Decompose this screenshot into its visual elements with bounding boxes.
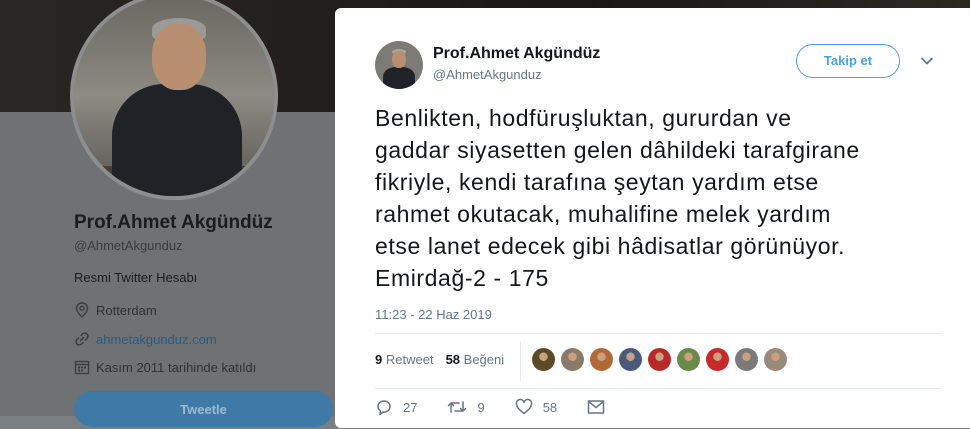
like-stat[interactable]: 58 Beğeni <box>446 352 505 367</box>
liker-avatar[interactable] <box>532 348 555 371</box>
like-action-count: 58 <box>542 399 558 415</box>
profile-website-row: ahmetakgunduz.com <box>74 331 217 347</box>
author-name[interactable]: Prof.Ahmet Akgündüz <box>433 45 600 63</box>
retweet-stat-count: 9 <box>375 352 383 367</box>
link-icon <box>74 331 90 347</box>
liker-avatar[interactable] <box>619 348 642 371</box>
likers-avatars <box>532 348 787 371</box>
profile-bio: Resmi Twitter Hesabı <box>74 270 198 285</box>
profile-joined-row: Kasım 2011 tarihinde katıldı <box>74 359 256 375</box>
liker-avatar[interactable] <box>764 348 787 371</box>
calendar-icon <box>74 359 90 375</box>
liker-avatar[interactable] <box>677 348 700 371</box>
author-avatar[interactable] <box>375 41 423 89</box>
tweet-text: Benlikten, hodfüruşluktan, gururdan ve g… <box>375 105 860 291</box>
tweet-actions: 27 9 58 <box>375 398 645 416</box>
liker-avatar[interactable] <box>706 348 729 371</box>
divider-bottom <box>375 388 941 389</box>
like-stat-label: Beğeni <box>463 352 505 367</box>
profile-location: Rotterdam <box>96 302 157 318</box>
like-stat-count: 58 <box>445 352 461 367</box>
liker-avatar[interactable] <box>735 348 758 371</box>
profile-website-link[interactable]: ahmetakgunduz.com <box>96 332 217 347</box>
heart-icon <box>515 398 532 415</box>
retweet-stat-label: Retweet <box>385 352 434 367</box>
tweet-compose-button[interactable]: Tweetle <box>74 391 333 427</box>
reply-count: 27 <box>403 399 418 415</box>
envelope-icon <box>587 400 605 414</box>
retweet-button[interactable]: 9 <box>447 398 485 416</box>
location-pin-icon <box>74 302 90 318</box>
author-handle[interactable]: @AhmetAkgunduz <box>433 67 542 82</box>
tweet-modal: Prof.Ahmet Akgündüz @AhmetAkgunduz Takip… <box>335 8 970 428</box>
chevron-down-icon[interactable] <box>920 54 934 68</box>
liker-avatar[interactable] <box>590 348 613 371</box>
profile-joined: Kasım 2011 tarihinde katıldı <box>96 359 257 375</box>
reply-button[interactable]: 27 <box>375 398 417 416</box>
stats-separator <box>520 341 521 381</box>
retweet-icon <box>448 401 467 413</box>
profile-handle[interactable]: @AhmetAkgunduz <box>74 238 183 253</box>
divider-top <box>375 333 941 334</box>
follow-button[interactable]: Takip et <box>796 44 900 78</box>
tweet-timestamp[interactable]: 11:23 - 22 Haz 2019 <box>375 307 492 322</box>
profile-name[interactable]: Prof.Ahmet Akgündüz <box>74 212 273 234</box>
like-button[interactable]: 58 <box>515 398 557 416</box>
retweet-stat[interactable]: 9 Retweet <box>375 352 434 367</box>
direct-message-button[interactable] <box>587 399 615 415</box>
profile-avatar[interactable] <box>70 0 278 200</box>
profile-location-row: Rotterdam <box>74 302 157 318</box>
liker-avatar[interactable] <box>561 348 584 371</box>
reply-icon <box>377 400 391 416</box>
retweet-action-count: 9 <box>477 399 485 415</box>
tweet-stats: 9 Retweet 58 Beğeni <box>375 352 504 367</box>
liker-avatar[interactable] <box>648 348 671 371</box>
